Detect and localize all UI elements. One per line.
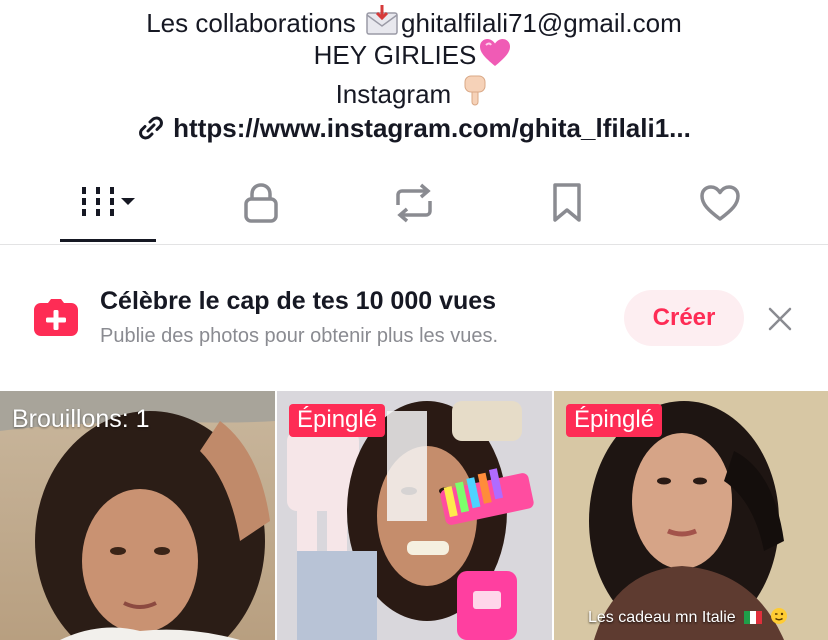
tab-videos[interactable] [43,168,173,242]
bio-tagline-text: HEY GIRLIES [313,40,477,70]
bio-tagline: HEY GIRLIES [0,38,828,76]
banner-subtitle: Publie des photos pour obtenir plus les … [100,325,499,347]
heart-icon [698,183,742,228]
camera-plus-icon [33,297,79,337]
video-caption: Les cadeau mn Italie [588,607,788,630]
pointing-down-hand-icon [460,73,490,115]
banner-title: Célèbre le cap de tes 10 000 vues [100,287,497,315]
sparkling-heart-icon [478,38,512,76]
bio-instagram-text: Instagram [335,79,459,109]
pinned-video-tile[interactable]: Épinglé [277,391,552,640]
bio-collab-text: Les collaborations [146,8,364,38]
tab-liked[interactable] [655,168,785,242]
winking-face-icon [770,607,788,630]
link-icon [137,114,165,150]
tab-saved[interactable] [502,168,632,242]
bio-email[interactable]: ghitalfilali71@gmail.com [401,8,682,38]
pinned-video-tile[interactable]: Épinglé Les cadeau mn Italie [554,391,828,640]
bookmark-icon [550,182,584,229]
video-caption-text: Les cadeau mn Italie [588,609,736,626]
bio-external-link[interactable]: https://www.instagram.com/ghita_lfilali1… [0,111,828,150]
pinned-badge: Épinglé [566,404,663,437]
draft-video-tile[interactable]: Brouillons: 1 [0,391,275,640]
close-banner-button[interactable] [762,303,798,339]
create-button[interactable]: Créer [624,290,744,346]
drafts-label: Brouillons: 1 [12,405,150,433]
profile-tabs [0,168,828,245]
video-grid: Brouillons: 1 Épinglé Épinglé Les cadeau… [0,391,828,640]
pinned-badge: Épinglé [289,404,386,437]
italy-flag-icon [744,611,763,629]
tab-private[interactable] [196,168,326,242]
active-tab-indicator [60,239,156,242]
grid-bars-icon [76,183,140,228]
close-icon [767,306,793,337]
bio-link-text[interactable]: https://www.instagram.com/ghita_lfilali1… [173,113,691,143]
lock-icon [241,182,281,229]
milestone-banner: Célèbre le cap de tes 10 000 vues Publie… [0,245,828,391]
bio-instagram-line: Instagram [0,73,828,115]
repost-icon [392,183,436,228]
tab-reposts[interactable] [349,168,479,242]
